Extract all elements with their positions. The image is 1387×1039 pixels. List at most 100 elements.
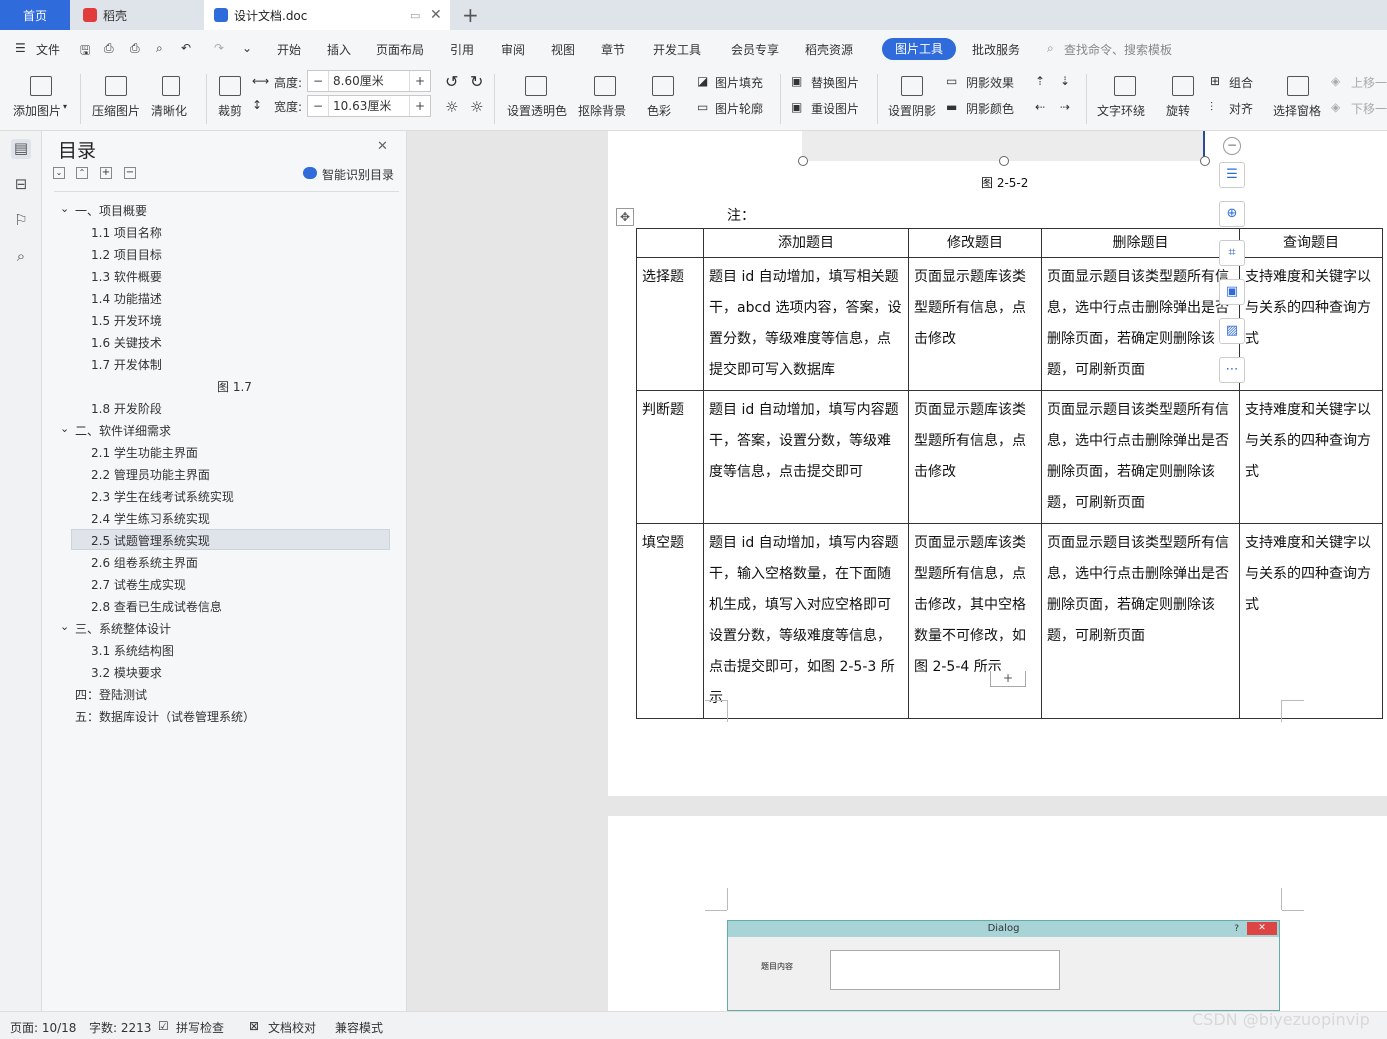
toc-item[interactable]: 1.2 项目目标 bbox=[91, 246, 162, 263]
toc-item[interactable]: 2.5 试题管理系统实现 bbox=[91, 532, 210, 549]
collapse-level-icon[interactable]: − bbox=[124, 167, 136, 179]
toc-item[interactable]: 2.7 试卷生成实现 bbox=[91, 576, 186, 593]
toc-item[interactable]: 二、软件详细需求 bbox=[75, 422, 171, 439]
toc-icon[interactable]: ▤ bbox=[11, 139, 31, 159]
new-tab-button[interactable]: + bbox=[462, 3, 479, 27]
sharpen-button[interactable]: 清晰化 bbox=[151, 102, 187, 119]
crop-button[interactable]: 裁剪 bbox=[218, 102, 242, 119]
width-value[interactable]: 10.63厘米 bbox=[328, 96, 410, 116]
table-cell[interactable]: 支持难度和关键字以与关系的四种查询方式 bbox=[1239, 257, 1383, 391]
tab-daoke[interactable]: 稻壳 bbox=[73, 0, 201, 30]
toc-item[interactable]: 3.1 系统结构图 bbox=[91, 642, 174, 659]
print-icon[interactable]: ⎙ bbox=[130, 41, 140, 56]
page-indicator[interactable]: 页面: 10/18 bbox=[10, 1019, 76, 1036]
more-icon[interactable]: ⋯ bbox=[1219, 357, 1245, 383]
toc-item[interactable]: 3.2 模块要求 bbox=[91, 664, 162, 681]
toc-item[interactable]: 1.6 关键技术 bbox=[91, 334, 162, 351]
color-button[interactable]: 色彩 bbox=[647, 102, 671, 119]
menu-pizhu[interactable]: 批改服务 bbox=[972, 41, 1020, 58]
table-cell[interactable]: 支持难度和关键字以与关系的四种查询方式 bbox=[1239, 390, 1383, 524]
table-header-cell[interactable]: 删除题目 bbox=[1041, 228, 1240, 258]
group-button[interactable]: 组合 bbox=[1229, 74, 1253, 91]
toc-item[interactable]: 三、系统整体设计 bbox=[75, 620, 171, 637]
toc-item[interactable]: 2.4 学生练习系统实现 bbox=[91, 510, 210, 527]
toc-item[interactable]: 1.5 开发环境 bbox=[91, 312, 162, 329]
proofread-button[interactable]: 文档校对 bbox=[268, 1019, 316, 1036]
remove-bg-button[interactable]: 抠除背景 bbox=[578, 102, 626, 119]
height-value[interactable]: 8.60厘米 bbox=[328, 71, 410, 91]
table-cell[interactable]: 填空题 bbox=[636, 523, 704, 719]
toc-item[interactable]: 2.8 查看已生成试卷信息 bbox=[91, 598, 222, 615]
height-decrement[interactable]: − bbox=[308, 74, 328, 88]
select-pane-button[interactable]: 选择窗格 bbox=[1273, 102, 1321, 119]
shadow-up-icon[interactable]: ⇡ bbox=[1035, 74, 1045, 88]
redo-icon[interactable]: ↷ bbox=[214, 41, 224, 55]
table-cell[interactable]: 页面显示题目该类型题所有信息，选中行点击删除弹出是否删除页面，若确定则删除该题，… bbox=[1041, 523, 1240, 719]
crop-float-icon[interactable]: ⌗ bbox=[1219, 240, 1245, 266]
toc-item[interactable]: 2.1 学生功能主界面 bbox=[91, 444, 198, 461]
menu-dev-tools[interactable]: 开发工具 bbox=[653, 41, 701, 58]
menu-review[interactable]: 审阅 bbox=[501, 41, 525, 58]
table-cell[interactable]: 选择题 bbox=[636, 257, 704, 391]
width-spinner[interactable]: − 10.63厘米 + bbox=[307, 95, 431, 117]
bookmark-icon[interactable]: ⚐ bbox=[11, 211, 31, 231]
send-down-button[interactable]: 下移一 bbox=[1351, 100, 1387, 117]
zoom-image-icon[interactable]: ⊕ bbox=[1219, 201, 1245, 227]
resize-handle-br[interactable] bbox=[1200, 156, 1210, 166]
image-edit-icon[interactable]: ▨ bbox=[1219, 318, 1245, 344]
menu-chapter[interactable]: 章节 bbox=[601, 41, 625, 58]
table-cell[interactable]: 页面显示题库该类型题所有信息，点击修改 bbox=[908, 390, 1042, 524]
table-cell[interactable]: 页面显示题库该类型题所有信息，点击修改，其中空格数量不可修改，如图 2-5-4 … bbox=[908, 523, 1042, 719]
hamburger-icon[interactable]: ☰ bbox=[15, 41, 26, 55]
width-increment[interactable]: + bbox=[410, 99, 430, 113]
menu-file[interactable]: 文件 bbox=[36, 41, 60, 58]
toc-item[interactable]: 2.2 管理员功能主界面 bbox=[91, 466, 210, 483]
rotate-button[interactable]: 旋转 bbox=[1166, 102, 1190, 119]
rotate-left-icon[interactable]: ↺ bbox=[445, 72, 458, 91]
close-panel-icon[interactable]: ✕ bbox=[377, 139, 388, 154]
toc-item[interactable]: 图 1.7 bbox=[217, 378, 252, 395]
toc-item[interactable]: 1.1 项目名称 bbox=[91, 224, 162, 241]
table-cell[interactable]: 题目 id 自动增加，填写相关题干，abcd 选项内容，答案，设置分数，等级难度… bbox=[703, 257, 909, 391]
toc-item[interactable]: 1.7 开发体制 bbox=[91, 356, 162, 373]
table-move-icon[interactable]: ✥ bbox=[616, 208, 634, 226]
toc-item[interactable]: 2.3 学生在线考试系统实现 bbox=[91, 488, 234, 505]
rotate-right-icon[interactable]: ↻ bbox=[470, 72, 483, 91]
word-count[interactable]: 字数: 2213 bbox=[89, 1019, 151, 1036]
set-shadow-button[interactable]: 设置阴影 bbox=[888, 102, 936, 119]
toc-item[interactable]: 2.6 组卷系统主界面 bbox=[91, 554, 198, 571]
table-header-cell[interactable] bbox=[636, 228, 704, 258]
resize-handle-bm[interactable] bbox=[999, 156, 1009, 166]
spell-check-button[interactable]: 拼写检查 bbox=[176, 1019, 224, 1036]
height-spinner[interactable]: − 8.60厘米 + bbox=[307, 70, 431, 92]
layout-options-icon[interactable]: ☰ bbox=[1219, 162, 1245, 188]
width-decrement[interactable]: − bbox=[308, 99, 328, 113]
add-image-button[interactable]: 添加图片 bbox=[13, 102, 61, 119]
brightness-up-icon[interactable]: ☼ bbox=[445, 98, 458, 116]
collapse-all-icon[interactable]: ⌄ bbox=[53, 167, 65, 179]
reset-image-button[interactable]: 重设图片 bbox=[811, 100, 859, 117]
menu-reference[interactable]: 引用 bbox=[450, 41, 474, 58]
menu-view[interactable]: 视图 bbox=[551, 41, 575, 58]
table-header-cell[interactable]: 查询题目 bbox=[1239, 228, 1383, 258]
menu-member[interactable]: 会员专享 bbox=[731, 41, 779, 58]
toc-item[interactable]: 1.8 开发阶段 bbox=[91, 400, 162, 417]
tab-home[interactable]: 首页 bbox=[0, 0, 70, 30]
menu-page-layout[interactable]: 页面布局 bbox=[376, 41, 424, 58]
expand-all-icon[interactable]: + bbox=[100, 167, 112, 179]
print-preview-icon[interactable]: ⌕ bbox=[156, 41, 163, 56]
align-button[interactable]: 对齐 bbox=[1229, 100, 1253, 117]
screen-icon[interactable]: ▭ bbox=[410, 9, 420, 22]
menu-start[interactable]: 开始 bbox=[277, 41, 301, 58]
save-icon[interactable]: 🖫 bbox=[80, 41, 90, 62]
collapse-float-icon[interactable]: − bbox=[1223, 137, 1241, 155]
tab-document[interactable]: 设计文档.doc ▭ ✕ bbox=[204, 0, 450, 30]
search-command[interactable]: 查找命令、搜索模板 bbox=[1064, 41, 1172, 58]
menu-insert[interactable]: 插入 bbox=[327, 41, 351, 58]
menu-daoke-resource[interactable]: 稻壳资源 bbox=[805, 41, 853, 58]
shadow-right-icon[interactable]: ⇢ bbox=[1060, 100, 1070, 114]
dialog-screenshot-image[interactable]: Dialog ? ✕ 题目内容 bbox=[727, 920, 1280, 1011]
toc-item[interactable]: 五：数据库设计（试卷管理系统） bbox=[75, 708, 255, 725]
shadow-down-icon[interactable]: ⇣ bbox=[1060, 74, 1070, 88]
toc-item[interactable]: 1.4 功能描述 bbox=[91, 290, 162, 307]
